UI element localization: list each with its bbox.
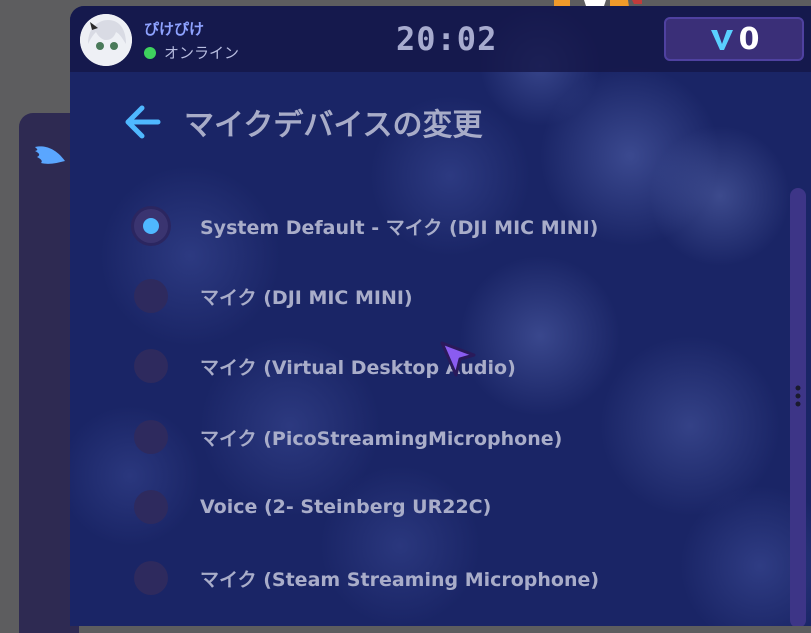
device-option[interactable]: マイク (Steam Streaming Microphone)	[134, 558, 694, 598]
device-label: マイク (Steam Streaming Microphone)	[200, 568, 600, 591]
main-panel: ぴけぴけ オンライン 20:02 0 マイクデバイスの変更 System Def…	[70, 6, 811, 626]
more-options-icon[interactable]	[794, 384, 802, 408]
device-label: System Default - マイク (DJI MIC MINI)	[200, 216, 599, 239]
status-label: オンライン	[164, 44, 240, 62]
device-option[interactable]: System Default - マイク (DJI MIC MINI)	[134, 206, 694, 246]
top-bar: ぴけぴけ オンライン 20:02 0	[70, 6, 811, 72]
online-status: オンライン	[144, 42, 239, 63]
clock: 20:02	[396, 20, 498, 58]
device-label: Voice (2- Steinberg UR22C)	[200, 496, 492, 518]
radio[interactable]	[134, 490, 168, 524]
pointer-cursor-icon	[440, 341, 476, 377]
device-label: マイク (PicoStreamingMicrophone)	[200, 427, 563, 450]
avatar[interactable]	[80, 14, 132, 66]
device-option[interactable]: マイク (DJI MIC MINI)	[134, 276, 694, 316]
page-title: マイクデバイスの変更	[184, 108, 483, 143]
radio[interactable]	[134, 561, 168, 595]
online-dot-icon	[144, 46, 156, 59]
radio[interactable]	[134, 279, 168, 313]
radio-selected[interactable]	[134, 209, 168, 243]
device-label: マイク (DJI MIC MINI)	[200, 286, 413, 309]
username: ぴけぴけ	[144, 20, 205, 38]
arrow-left-icon[interactable]	[122, 102, 162, 142]
device-option[interactable]: マイク (Virtual Desktop Audio)	[134, 346, 694, 386]
device-option[interactable]: マイク (PicoStreamingMicrophone)	[134, 417, 694, 457]
balance-button[interactable]: 0	[664, 17, 804, 61]
wing-icon[interactable]	[33, 141, 67, 167]
avatar-icon	[80, 14, 132, 66]
device-option[interactable]: Voice (2- Steinberg UR22C)	[134, 487, 694, 527]
radio[interactable]	[134, 349, 168, 383]
v-currency-icon	[710, 30, 733, 50]
balance-value: 0	[738, 21, 760, 57]
radio[interactable]	[134, 420, 168, 454]
